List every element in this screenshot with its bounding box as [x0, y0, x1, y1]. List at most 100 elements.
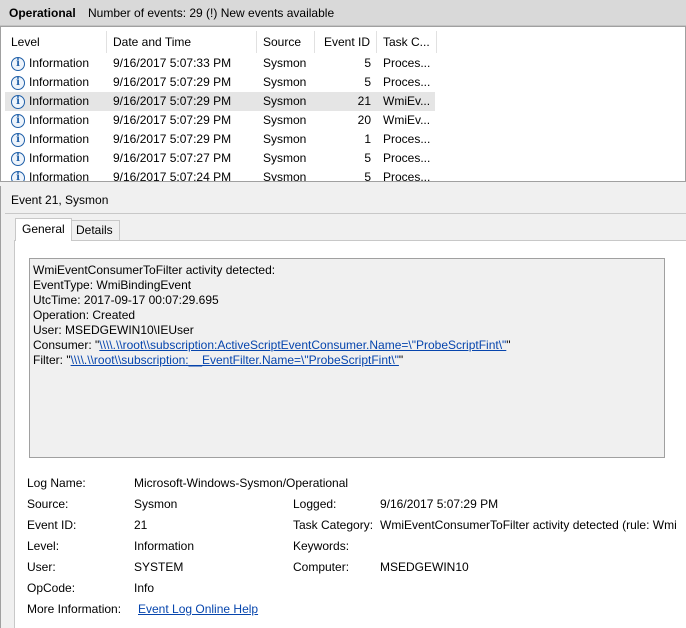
table-header: Level Date and Time Source Event ID Task… [1, 31, 685, 53]
row-task: Proces... [383, 132, 431, 146]
table-row[interactable]: i Information 9/16/2017 5:07:29 PM Sysmon… [1, 73, 685, 92]
table-row-selected[interactable]: i Information 9/16/2017 5:07:29 PM Sysmon… [1, 92, 685, 111]
message-line: WmiEventConsumerToFilter activity detect… [33, 263, 276, 277]
log-name-label: Log Name: [27, 476, 86, 490]
filter-link[interactable]: \\\\.\\root\\subscription:__EventFilter.… [71, 353, 399, 367]
row-source: Sysmon [263, 113, 307, 127]
logged-value: 9/16/2017 5:07:29 PM [380, 497, 499, 511]
information-icon: i [11, 75, 25, 90]
more-info-label: More Information: [27, 602, 122, 616]
message-line: User: MSEDGEWIN10\IEUser [33, 323, 194, 337]
row-task: Proces... [383, 75, 431, 89]
tab-details[interactable]: Details [69, 220, 120, 240]
row-event-id: 5 [364, 170, 371, 182]
row-task: Proces... [383, 56, 431, 70]
table-row[interactable]: i Information 9/16/2017 5:07:29 PM Sysmon… [1, 111, 685, 130]
row-event-id: 5 [364, 151, 371, 165]
source-value: Sysmon [134, 497, 178, 511]
consumer-label: Consumer: " [33, 338, 100, 352]
source-label: Source: [27, 497, 69, 511]
row-event-id: 20 [357, 113, 371, 127]
message-line: UtcTime: 2017-09-17 00:07:29.695 [33, 293, 219, 307]
information-icon: i [11, 151, 25, 166]
computer-value: MSEDGEWIN10 [380, 560, 469, 574]
table-rows: i Information 9/16/2017 5:07:33 PM Sysmon… [1, 54, 685, 182]
row-task: Proces... [383, 170, 431, 182]
row-level: Information [29, 75, 90, 89]
column-header-event-id[interactable]: Event ID [315, 31, 377, 53]
computer-label: Computer: [293, 560, 350, 574]
row-source: Sysmon [263, 132, 307, 146]
logged-label: Logged: [293, 497, 337, 511]
row-level: Information [29, 151, 90, 165]
task-category-label: Task Category: [293, 518, 374, 532]
row-source: Sysmon [263, 151, 307, 165]
event-id-value: 21 [134, 518, 148, 532]
row-level: Information [29, 94, 90, 108]
row-source: Sysmon [263, 75, 307, 89]
event-message-box[interactable]: WmiEventConsumerToFilter activity detect… [29, 258, 665, 458]
row-level: Information [29, 132, 90, 146]
filter-label: Filter: " [33, 353, 71, 367]
event-log-online-help-link[interactable]: Event Log Online Help [138, 599, 258, 619]
information-icon: i [11, 56, 25, 71]
row-level: Information [29, 170, 90, 182]
row-level: Information [29, 56, 90, 70]
row-date: 9/16/2017 5:07:29 PM [113, 75, 232, 89]
message-filter-line: Filter: "\\\\.\\root\\subscription:__Eve… [33, 353, 511, 368]
column-header-date[interactable]: Date and Time [107, 31, 257, 53]
task-category-value: WmiEventConsumerToFilter activity detect… [380, 518, 677, 532]
events-table[interactable]: Level Date and Time Source Event ID Task… [0, 26, 686, 182]
log-name-value: Microsoft-Windows-Sysmon/Operational [134, 476, 349, 490]
message-line: EventType: WmiBindingEvent [33, 278, 192, 292]
log-title: Operational [9, 5, 76, 20]
row-date: 9/16/2017 5:07:29 PM [113, 113, 232, 127]
message-line: Operation: Created [33, 308, 136, 322]
level-label: Level: [27, 539, 60, 553]
general-tab-body: WmiEventConsumerToFilter activity detect… [14, 240, 686, 628]
row-task: WmiEv... [383, 94, 431, 108]
column-header-level[interactable]: Level [5, 31, 107, 53]
divider [5, 213, 686, 214]
consumer-link[interactable]: \\\\.\\root\\subscription:ActiveScriptEv… [99, 338, 506, 352]
row-date: 9/16/2017 5:07:29 PM [113, 94, 232, 108]
message-consumer-line: Consumer: "\\\\.\\root\\subscription:Act… [33, 338, 511, 353]
opcode-label: OpCode: [27, 581, 76, 595]
row-event-id: 1 [364, 132, 371, 146]
table-row[interactable]: i Information 9/16/2017 5:07:33 PM Sysmon… [1, 54, 685, 73]
row-source: Sysmon [263, 94, 307, 108]
information-icon: i [11, 94, 25, 109]
row-level: Information [29, 113, 90, 127]
level-value: Information [134, 539, 195, 553]
information-icon: i [11, 170, 25, 181]
table-row[interactable]: i Information 9/16/2017 5:07:29 PM Sysmon… [1, 130, 685, 149]
table-row[interactable]: i Information 9/16/2017 5:07:27 PM Sysmon… [1, 149, 685, 168]
row-event-id: 21 [357, 94, 371, 108]
log-header-bar: Operational Number of events: 29 (!) New… [0, 0, 686, 26]
information-icon: i [11, 113, 25, 128]
row-date: 9/16/2017 5:07:33 PM [113, 56, 232, 70]
event-detail-title: Event 21, Sysmon [11, 193, 109, 207]
event-id-label: Event ID: [27, 518, 77, 532]
table-row[interactable]: i Information 9/16/2017 5:07:24 PM Sysmon… [1, 168, 685, 182]
tab-general[interactable]: General [15, 218, 72, 241]
column-header-task-category[interactable]: Task C... [377, 31, 437, 53]
user-label: User: [27, 560, 56, 574]
row-event-id: 5 [364, 75, 371, 89]
row-task: WmiEv... [383, 113, 431, 127]
row-task: Proces... [383, 151, 431, 165]
row-date: 9/16/2017 5:07:27 PM [113, 151, 232, 165]
information-icon: i [11, 132, 25, 147]
user-value: SYSTEM [134, 560, 184, 574]
event-detail-pane: Event 21, Sysmon General Details WmiEven… [0, 186, 686, 628]
row-event-id: 5 [364, 56, 371, 70]
column-header-source[interactable]: Source [257, 31, 315, 53]
row-source: Sysmon [263, 56, 307, 70]
opcode-value: Info [134, 581, 155, 595]
row-date: 9/16/2017 5:07:24 PM [113, 170, 232, 182]
keywords-label: Keywords: [293, 539, 350, 553]
row-date: 9/16/2017 5:07:29 PM [113, 132, 232, 146]
filter-quote: " [398, 353, 404, 367]
consumer-quote: " [506, 338, 511, 352]
event-count: Number of events: 29 (!) New events avai… [88, 5, 335, 20]
